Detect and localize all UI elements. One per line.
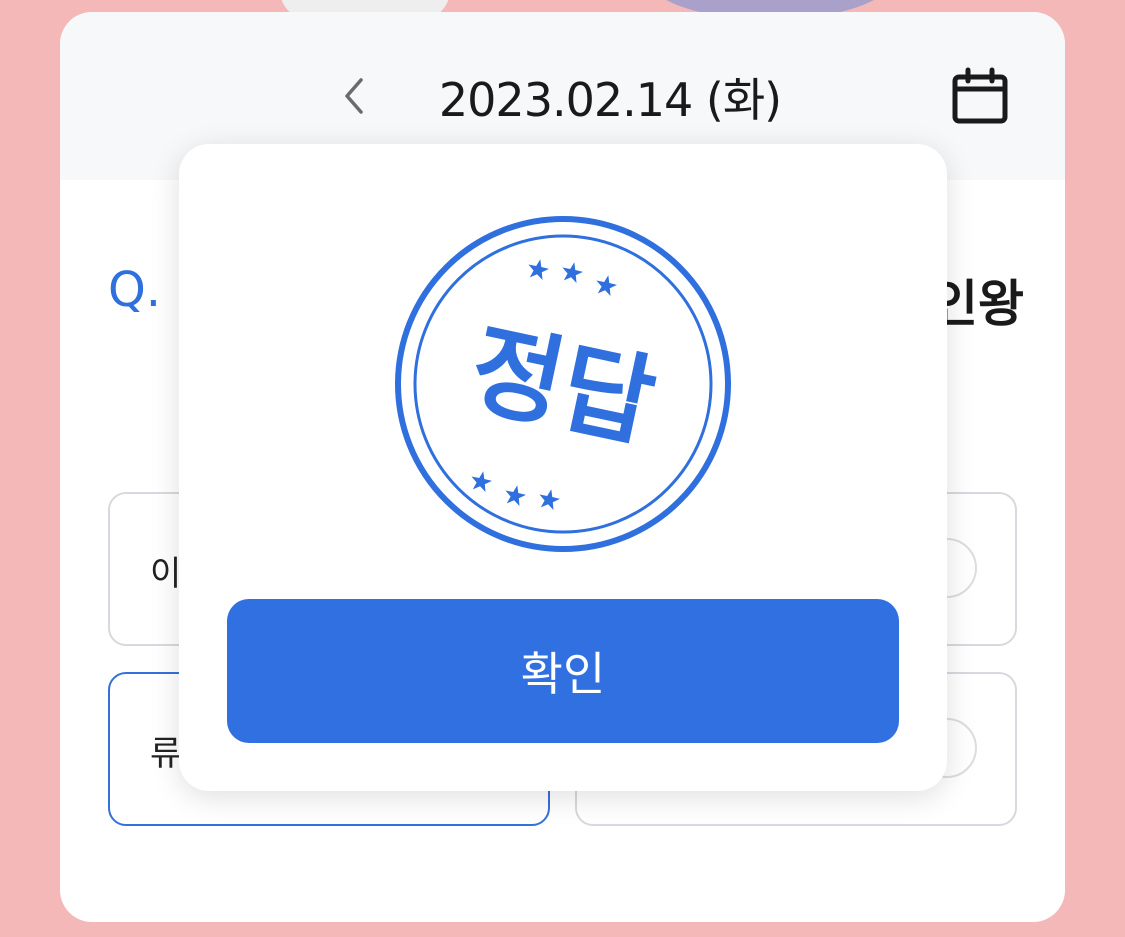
chevron-left-icon <box>345 78 363 114</box>
answer-option-label: 류 <box>150 734 182 774</box>
correct-answer-modal: 정답 확인 <box>179 144 947 791</box>
correct-answer-stamp-icon: 정답 <box>395 216 731 552</box>
calendar-icon <box>952 67 1008 124</box>
answer-option-label: 이 <box>150 554 182 594</box>
stamp-text: 정답 <box>460 310 664 463</box>
previous-date-button[interactable] <box>330 72 378 120</box>
calendar-button[interactable] <box>948 64 1012 128</box>
question-prefix: Q. <box>108 262 162 318</box>
current-date: 2023.02.14 (화) <box>438 73 782 127</box>
confirm-button[interactable]: 확인 <box>227 599 899 743</box>
